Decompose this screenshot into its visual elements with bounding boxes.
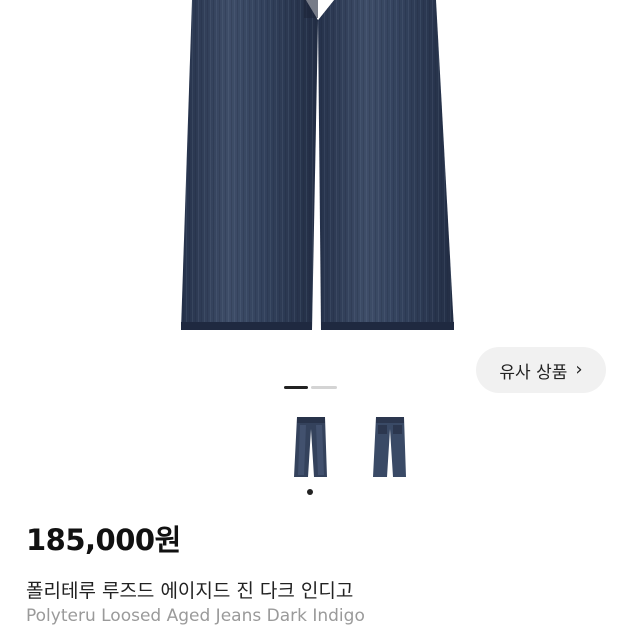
similar-products-button[interactable]: 유사 상품 › — [476, 347, 606, 393]
thumbnail-front[interactable] — [292, 415, 330, 479]
product-hero-image[interactable] — [0, 0, 620, 340]
chevron-right-icon: › — [575, 359, 583, 380]
jeans-thumbnail-image — [373, 417, 406, 477]
carousel-indicator-active[interactable] — [284, 386, 308, 389]
jeans-image — [181, 0, 454, 330]
thumbnail-selected-dot — [307, 489, 313, 495]
similar-products-label: 유사 상품 — [499, 362, 568, 383]
thumbnail-back[interactable] — [371, 415, 409, 479]
jeans-thumbnail-image — [294, 417, 327, 477]
product-title-english: Polyteru Loosed Aged Jeans Dark Indigo — [26, 606, 365, 626]
product-title-korean: 폴리테루 루즈드 에이지드 진 다크 인디고 — [26, 580, 354, 602]
carousel-indicator[interactable] — [311, 386, 337, 389]
product-price: 185,000원 — [26, 523, 181, 557]
